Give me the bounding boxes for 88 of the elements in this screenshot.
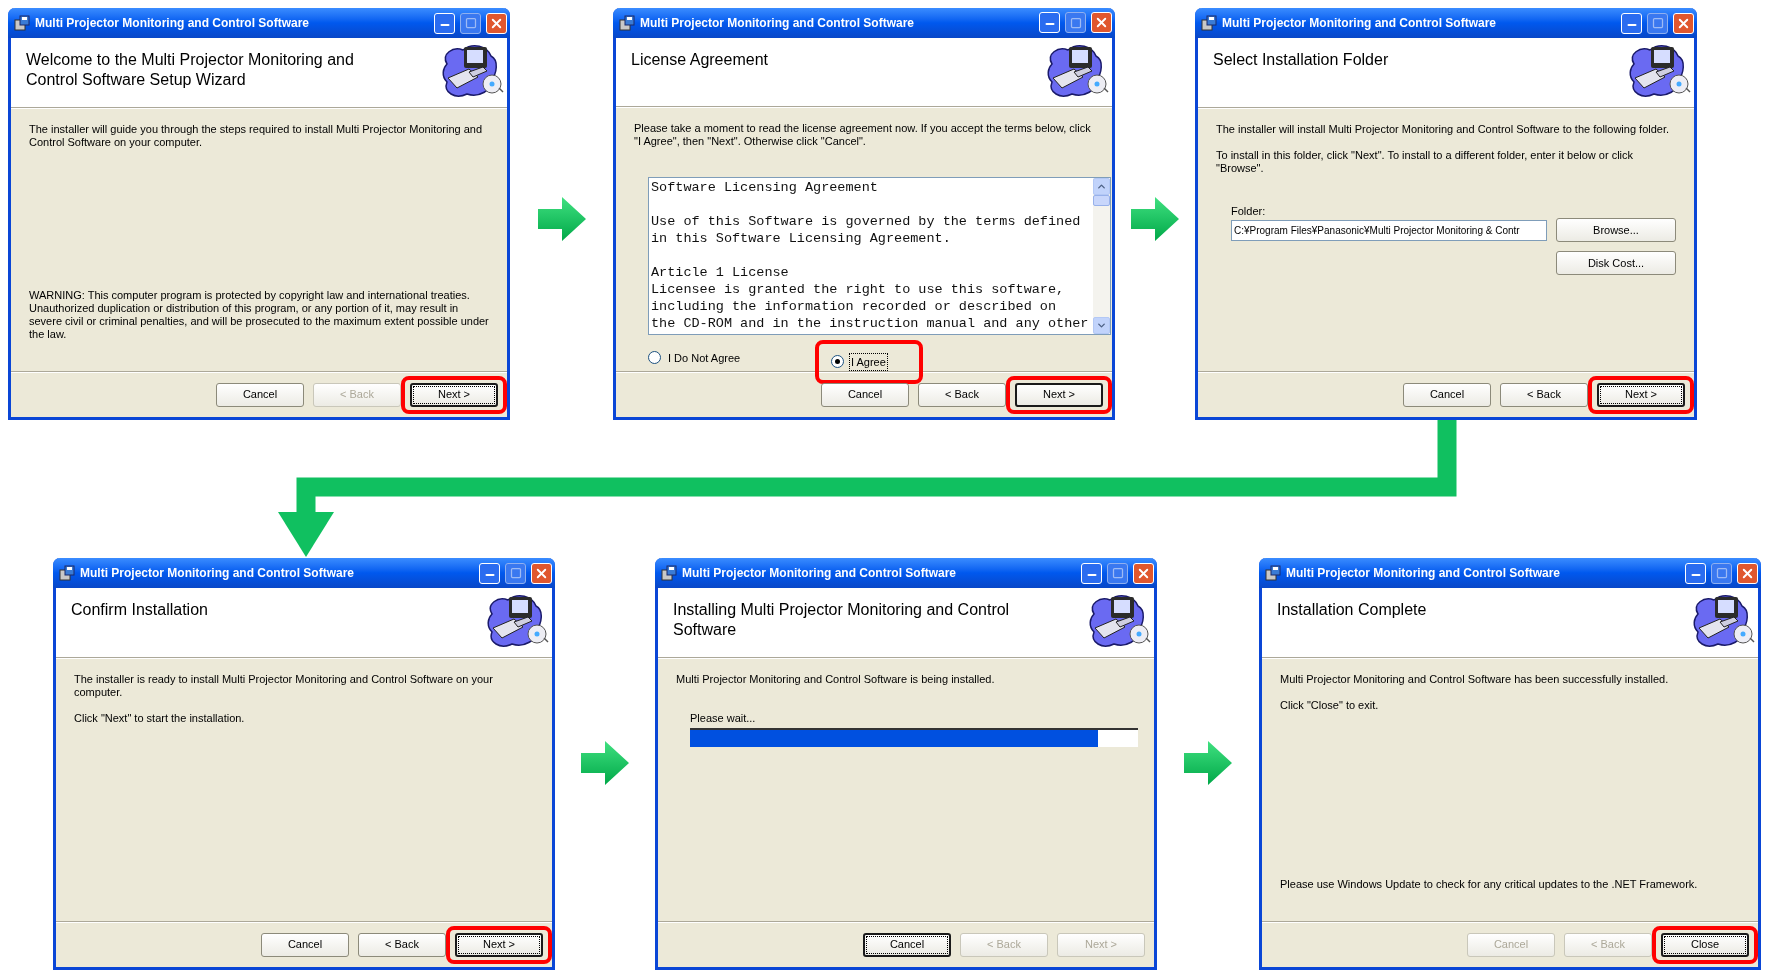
right-arrow [1131, 197, 1179, 241]
radio-option[interactable]: I Do Not Agree [648, 349, 742, 367]
close-window-button[interactable] [1673, 12, 1694, 34]
wizard-button[interactable]: Browse... [1556, 218, 1676, 242]
minimize-button[interactable] [1685, 562, 1706, 584]
scroll-up-button[interactable] [1093, 178, 1110, 196]
maximize-button[interactable] [460, 12, 481, 34]
close-window-button[interactable] [1133, 562, 1154, 584]
right-arrow [581, 741, 629, 785]
body-text: Click "Next" to start the installation. [74, 712, 246, 725]
minimize-button[interactable] [1621, 12, 1642, 34]
maximize-button[interactable] [1065, 12, 1086, 34]
wizard-button[interactable]: Next > [455, 932, 543, 957]
wizard-button[interactable]: Cancel [261, 932, 349, 957]
close-window-button[interactable] [486, 12, 507, 34]
license-line: including the information recorded or described on [651, 298, 1058, 316]
installer-icon [59, 565, 75, 581]
license-line: the CD-ROM and in the instruction manual and any other [651, 315, 1090, 333]
wizard-button[interactable]: < Back [918, 382, 1006, 407]
installer-icon [619, 14, 635, 31]
body-text: Multi Projector Monitoring and Control Software has been successfully installed. [1280, 673, 1670, 686]
wizard-button[interactable]: Next > [1597, 382, 1685, 407]
progress-label: Please wait... [690, 712, 756, 725]
minimize-button[interactable] [1081, 562, 1102, 584]
wizard-button[interactable]: < Back [1500, 382, 1588, 407]
window-title: Multi Projector Monitoring and Control Software [35, 15, 310, 32]
body-text: The installer will install Multi Projector Monitoring and Control Software to the following folder. [1216, 123, 1671, 136]
wizard-button[interactable]: Next > [1015, 382, 1103, 407]
maximize-icon [1111, 567, 1124, 579]
license-line: in this Software Licensing Agreement. [651, 230, 952, 248]
body-text: Click "Close" to exit. [1280, 699, 1380, 712]
body-text: Please take a moment to read the license agreement now. If you accept the terms below, click "I Agree", then "Next". Otherwise click "Cancel". [634, 122, 1092, 149]
folder-field[interactable]: C:¥Program Files¥Panasonic¥Multi Projector Monitoring & Contr [1231, 220, 1547, 241]
window-title: Multi Projector Monitoring and Control Software [640, 14, 915, 32]
window-title: Multi Projector Monitoring and Control Software [80, 565, 355, 582]
wizard-button[interactable]: Cancel [216, 382, 304, 407]
page-heading: Welcome to the Multi Projector Monitoring and Control Software Setup Wizard [26, 50, 355, 90]
body-text: The installer is ready to install Multi Projector Monitoring and Control Software on your computer. [74, 673, 494, 699]
close-window-button[interactable] [531, 562, 552, 584]
minimize-button[interactable] [434, 12, 455, 34]
page-heading: Installation Complete [1277, 600, 1428, 620]
wizard-button[interactable]: Cancel [863, 932, 951, 957]
body-text: Please use Windows Update to check for any critical updates to the .NET Framework. [1280, 878, 1699, 891]
close-window-button[interactable] [1737, 562, 1758, 584]
body-text: The installer will guide you through the steps required to install Multi Projector Monitoring and Control Software on your computer. [29, 123, 484, 149]
maximize-button[interactable] [1647, 12, 1668, 34]
license-line: Use of this Software is governed by the terms defined [651, 213, 1082, 231]
page-heading: Installing Multi Projector Monitoring and Control Software [673, 600, 1011, 640]
body-text: To install in this folder, click "Next". To install to a different folder, enter it below or click "Browse". [1216, 149, 1635, 175]
maximize-icon [464, 17, 477, 29]
maximize-icon [509, 567, 522, 579]
license-line: Licensee is granted the right to use this software, [651, 281, 1066, 299]
scroll-thumb[interactable] [1093, 195, 1110, 207]
minimize-button[interactable] [479, 562, 500, 584]
maximize-button[interactable] [1711, 562, 1732, 584]
wizard-button[interactable]: Next > [410, 382, 498, 407]
maximize-icon [1069, 16, 1082, 29]
maximize-button[interactable] [505, 562, 526, 584]
window-title: Multi Projector Monitoring and Control Software [1222, 15, 1497, 32]
installer-icon [661, 565, 677, 581]
close-window-button[interactable] [1091, 12, 1112, 34]
window-title: Multi Projector Monitoring and Control Software [1286, 565, 1561, 582]
wizard-button[interactable]: < Back [358, 932, 446, 957]
maximize-button[interactable] [1107, 562, 1128, 584]
scroll-down-button[interactable] [1093, 317, 1110, 335]
license-line: Article 1 License [651, 264, 790, 282]
scrollbar[interactable] [1093, 178, 1110, 335]
page-heading: Select Installation Folder [1213, 50, 1390, 70]
wizard-button[interactable]: Cancel [821, 382, 909, 407]
installer-icon [1265, 565, 1281, 581]
minimize-button[interactable] [1039, 12, 1060, 34]
installer-icon [14, 15, 30, 31]
window-title: Multi Projector Monitoring and Control Software [682, 565, 957, 582]
radio-option[interactable]: I Agree [831, 353, 887, 371]
right-arrow [537, 197, 586, 241]
wizard-button[interactable]: Cancel [1403, 382, 1491, 407]
page-heading: Confirm Installation [71, 600, 209, 620]
license-line: Software Licensing Agreement [651, 179, 879, 197]
page-heading: License Agreement [631, 49, 769, 70]
field-label: Folder: [1231, 205, 1266, 218]
wizard-button[interactable]: Disk Cost... [1556, 251, 1676, 275]
body-text: Multi Projector Monitoring and Control Software is being installed. [676, 673, 996, 686]
right-arrow [1184, 741, 1232, 785]
installer-icon [1201, 15, 1217, 31]
wizard-button[interactable]: Close [1661, 932, 1749, 957]
maximize-icon [1651, 17, 1664, 29]
maximize-icon [1715, 567, 1728, 579]
body-text: WARNING: This computer program is protected by copyright law and international treaties. Unauthorized duplication or distribution of this program, or any portion of it, may result in severe civil or criminal penalties, and will be prosecuted to the maximum extent possible under the law. [29, 289, 489, 341]
